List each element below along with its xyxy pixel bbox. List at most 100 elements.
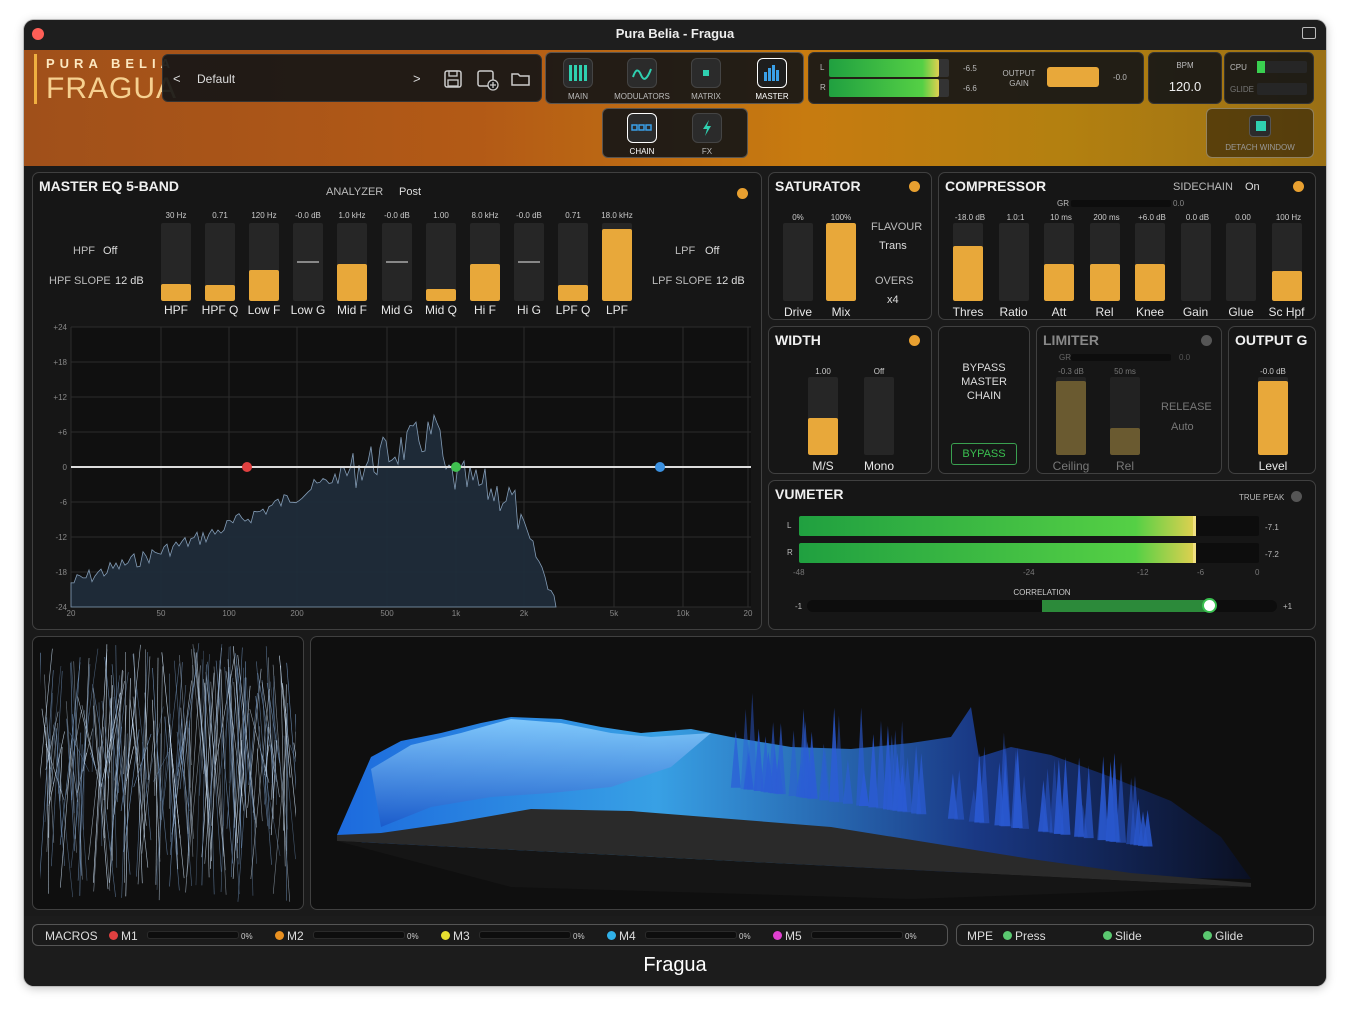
drive-value: 0% <box>792 213 804 222</box>
mpe-item[interactable]: Press <box>1015 929 1046 943</box>
eq-band-slider[interactable] <box>514 223 544 301</box>
mono-toggle[interactable] <box>864 377 894 455</box>
ms-fill <box>808 417 838 455</box>
nav-main[interactable]: MAIN <box>546 58 610 101</box>
eq-band-label: LPF <box>605 303 628 317</box>
folder-icon[interactable] <box>510 71 532 87</box>
eq-band-slider[interactable] <box>602 223 632 301</box>
spectrogram-canvas <box>337 692 1251 899</box>
save-icon[interactable] <box>443 69 463 89</box>
close-window-button[interactable] <box>32 28 44 40</box>
eq-graph[interactable]: +24+18+12+60-6-12-18-24 20 50 100 200 500 1k 2… <box>41 323 753 619</box>
drive-slider[interactable] <box>783 223 813 301</box>
eq-band-fill <box>558 285 588 301</box>
mix-slider[interactable] <box>826 223 856 301</box>
nav-master[interactable]: MASTER <box>740 58 804 101</box>
eq-band-value: 120 Hz <box>251 211 277 220</box>
macro-slider[interactable] <box>645 931 737 939</box>
bypass-button[interactable]: BYPASS <box>951 443 1017 465</box>
master-eq-panel: MASTER EQ 5-BAND ANALYZER Post HPF Off H… <box>32 172 762 630</box>
eq-power-toggle[interactable] <box>737 188 748 199</box>
saturator-power-toggle[interactable] <box>909 181 920 192</box>
comp-param-fill <box>1089 263 1120 301</box>
output-level-slider[interactable] <box>1258 377 1288 455</box>
output-gain-knob[interactable] <box>1047 67 1099 87</box>
eq-band-slider[interactable] <box>337 223 367 301</box>
eq-band-slider[interactable] <box>426 223 456 301</box>
eq-band-slider[interactable] <box>470 223 500 301</box>
macro-slider[interactable] <box>811 931 903 939</box>
eq-x-tick: 100 <box>222 609 236 618</box>
vu-r-meter <box>799 543 1259 563</box>
eq-x-tick: 200 <box>290 609 304 618</box>
comp-param-value: 0.0 dB <box>1185 213 1210 222</box>
eq-node-high[interactable] <box>655 462 665 472</box>
macro-slider[interactable] <box>313 931 405 939</box>
vu-scale-12: -12 <box>1137 568 1149 577</box>
mpe-status-dot <box>1203 931 1212 940</box>
comp-param-slider[interactable] <box>1180 223 1211 301</box>
logo-product: FRAGUA <box>46 72 178 105</box>
sidechain-value[interactable]: On <box>1245 181 1260 193</box>
comp-param-slider[interactable] <box>1135 223 1165 301</box>
mpe-item[interactable]: Slide <box>1115 929 1142 943</box>
limiter-power-toggle[interactable] <box>1201 335 1212 346</box>
ceiling-slider[interactable] <box>1056 377 1086 455</box>
detach-icon[interactable] <box>1302 27 1316 39</box>
eq-band-slider[interactable] <box>382 223 412 301</box>
true-peak-toggle[interactable] <box>1291 491 1302 502</box>
eq-band-slider[interactable] <box>558 223 588 301</box>
mpe-item[interactable]: Glide <box>1215 929 1243 943</box>
comp-param-label: Thres <box>952 305 984 319</box>
subnav-chain[interactable]: CHAIN <box>610 113 674 156</box>
comp-param-slider[interactable] <box>1226 223 1256 301</box>
limiter-gr-label: GR <box>1059 353 1071 362</box>
nav-matrix[interactable]: MATRIX <box>674 58 738 101</box>
macro-slider[interactable] <box>479 931 571 939</box>
ceiling-value: -0.3 dB <box>1058 367 1084 376</box>
spectrogram-3d <box>310 636 1316 910</box>
lim-rel-slider[interactable] <box>1110 377 1140 455</box>
preset-next-button[interactable]: > <box>413 71 421 86</box>
nav-modulators[interactable]: MODULATORS <box>610 58 674 101</box>
lpf-slope-value[interactable]: 12 dB <box>716 275 745 287</box>
overs-value[interactable]: x4 <box>887 294 899 306</box>
width-power-toggle[interactable] <box>909 335 920 346</box>
flavour-value[interactable]: Trans <box>879 240 907 252</box>
eq-band-slider[interactable] <box>205 223 235 301</box>
eq-band-slider[interactable] <box>249 223 279 301</box>
eq-band-label: Hi G <box>517 303 541 317</box>
hpf-value[interactable]: Off <box>103 245 117 257</box>
release-value[interactable]: Auto <box>1171 421 1194 433</box>
preset-name[interactable]: Default <box>197 72 235 86</box>
compressor-power-toggle[interactable] <box>1293 181 1304 192</box>
analyzer-label: ANALYZER <box>326 186 384 198</box>
comp-param-label: Ratio <box>999 305 1028 319</box>
hpf-slope-label: HPF SLOPE <box>49 275 111 287</box>
eq-band-slider[interactable] <box>293 223 323 301</box>
macro-slider[interactable] <box>147 931 239 939</box>
comp-param-slider[interactable] <box>1089 223 1120 301</box>
subnav-fx[interactable]: FX <box>675 113 739 156</box>
hpf-slope-value[interactable]: 12 dB <box>115 275 144 287</box>
comp-param-slider[interactable] <box>998 223 1029 301</box>
analyzer-value[interactable]: Post <box>399 186 421 198</box>
detach-window-button[interactable]: DETACH WINDOW <box>1206 108 1314 158</box>
chain-icon <box>627 113 657 143</box>
ms-value: 1.00 <box>815 367 831 376</box>
out-l-label: L <box>820 63 825 72</box>
lpf-value[interactable]: Off <box>705 245 719 257</box>
eq-band-slider[interactable] <box>161 223 191 301</box>
bpm-value[interactable]: 120.0 <box>1149 79 1221 94</box>
macro-color-dot <box>275 931 284 940</box>
ms-slider[interactable] <box>808 377 838 455</box>
comp-param-slider[interactable] <box>1044 223 1074 301</box>
preset-prev-button[interactable]: < <box>173 71 181 86</box>
eq-band-label: Mid G <box>380 303 413 317</box>
eq-node-mid[interactable] <box>451 462 461 472</box>
comp-param-slider[interactable] <box>1271 223 1302 301</box>
comp-param-slider[interactable] <box>953 223 983 301</box>
save-as-icon[interactable] <box>476 69 500 91</box>
eq-node-low[interactable] <box>242 462 252 472</box>
macro-color-dot <box>607 931 616 940</box>
